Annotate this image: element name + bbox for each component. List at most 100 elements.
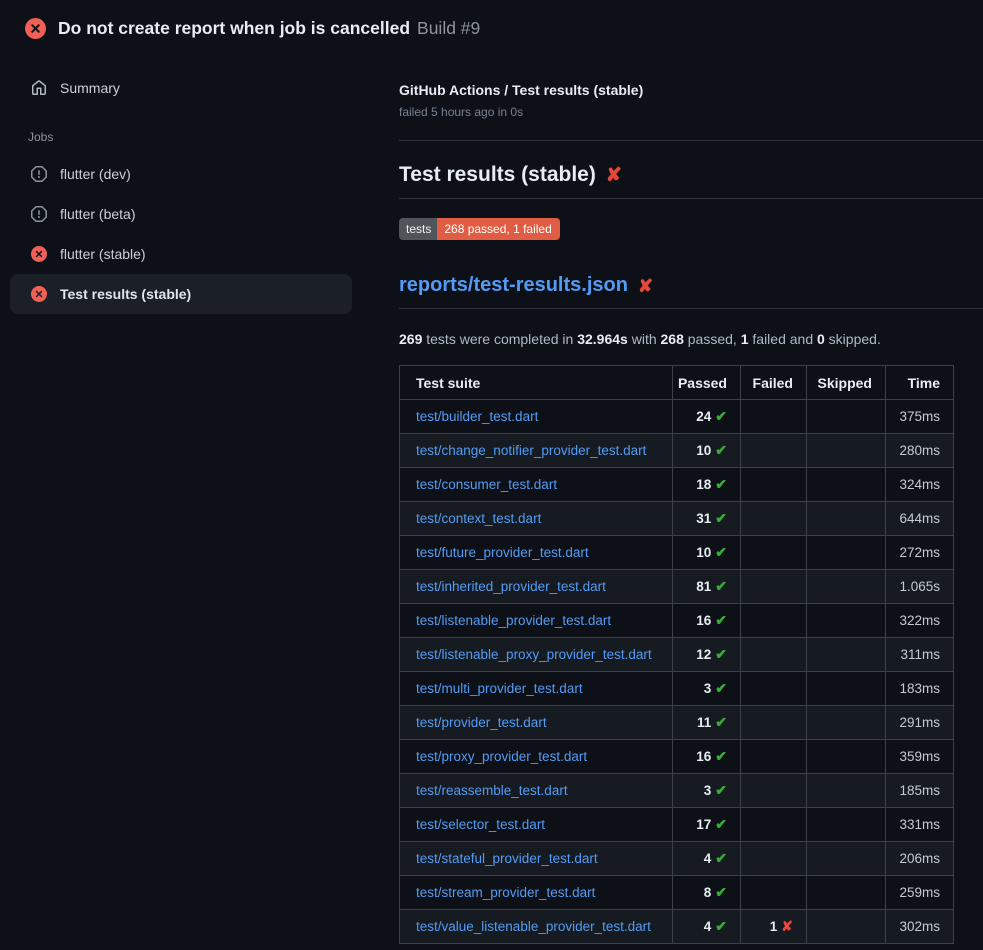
sidebar-item-job-0[interactable]: flutter (dev) xyxy=(10,154,352,194)
failed-cell xyxy=(741,842,807,876)
passed-cell: 4✔ xyxy=(673,842,741,876)
time-cell: 185ms xyxy=(886,774,954,808)
build-number: Build #9 xyxy=(417,18,480,39)
test-suite-link[interactable]: test/change_notifier_provider_test.dart xyxy=(416,443,646,458)
sidebar-item-job-3[interactable]: Test results (stable) xyxy=(10,274,352,314)
failed-cell xyxy=(741,740,807,774)
passed-cell: 4✔ xyxy=(673,910,741,944)
col-header-time: Time xyxy=(886,366,954,400)
failed-cell xyxy=(741,536,807,570)
job-label: flutter (dev) xyxy=(60,166,131,182)
test-suite-link[interactable]: test/inherited_provider_test.dart xyxy=(416,579,606,594)
test-suite-link[interactable]: test/proxy_provider_test.dart xyxy=(416,749,587,764)
failed-cell xyxy=(741,774,807,808)
check-icon: ✔ xyxy=(715,748,727,764)
skipped-cell xyxy=(807,740,886,774)
table-row: test/change_notifier_provider_test.dart 1… xyxy=(400,434,954,468)
skipped-cell xyxy=(807,536,886,570)
test-suite-link[interactable]: test/stateful_provider_test.dart xyxy=(416,851,598,866)
check-icon: ✔ xyxy=(715,918,727,934)
summary-text: tests were completed in xyxy=(422,331,577,347)
count-value: 10 xyxy=(696,443,711,458)
sidebar-summary-label: Summary xyxy=(60,80,120,96)
test-suite-link[interactable]: test/selector_test.dart xyxy=(416,817,545,832)
test-suite-link[interactable]: test/listenable_proxy_provider_test.dart xyxy=(416,647,652,662)
run-header: Do not create report when job is cancell… xyxy=(0,0,983,56)
count-value: 3 xyxy=(704,681,712,696)
col-header-passed: Passed xyxy=(673,366,741,400)
table-row: test/builder_test.dart 24 ✔ 375ms xyxy=(400,400,954,434)
skipped-cell xyxy=(807,638,886,672)
table-row: test/value_listenable_provider_test.dart… xyxy=(400,910,954,944)
failed-x-circle-icon xyxy=(31,286,47,302)
failed-x-circle-icon xyxy=(31,246,47,262)
total-count: 269 xyxy=(399,331,422,347)
check-icon: ✔ xyxy=(715,408,727,424)
table-header-row: Test suite Passed Failed Skipped Time xyxy=(400,366,954,400)
count-value: 16 xyxy=(696,749,711,764)
test-suite-link[interactable]: test/builder_test.dart xyxy=(416,409,538,424)
job-label: flutter (beta) xyxy=(60,206,135,222)
failed-cell xyxy=(741,638,807,672)
failed-x-mark-icon: ✘ xyxy=(638,277,653,295)
count-value: 18 xyxy=(696,477,711,492)
sidebar-item-job-2[interactable]: flutter (stable) xyxy=(10,234,352,274)
check-icon: ✔ xyxy=(715,816,727,832)
test-suite-link[interactable]: test/reassemble_test.dart xyxy=(416,783,568,798)
sidebar-item-job-1[interactable]: flutter (beta) xyxy=(10,194,352,234)
report-file-link[interactable]: reports/test-results.json xyxy=(399,274,628,297)
col-header-skipped: Skipped xyxy=(807,366,886,400)
failed-cell xyxy=(741,706,807,740)
time-cell: 291ms xyxy=(886,706,954,740)
time-cell: 311ms xyxy=(886,638,954,672)
time-cell: 280ms xyxy=(886,434,954,468)
failed-cell xyxy=(741,502,807,536)
failed-cell xyxy=(741,570,807,604)
cross-icon: ✘ xyxy=(781,918,793,934)
section-title-text: Test results (stable) xyxy=(399,163,596,187)
test-suite-link[interactable]: test/provider_test.dart xyxy=(416,715,547,730)
check-icon: ✔ xyxy=(715,646,727,662)
count-value: 4 xyxy=(704,919,712,934)
stop-cancelled-icon xyxy=(31,166,47,182)
passed-cell: 3✔ xyxy=(673,672,741,706)
jobs-list: flutter (dev) flutter (beta) flutter (stab… xyxy=(0,154,380,314)
summary-text: skipped. xyxy=(825,331,881,347)
time-cell: 644ms xyxy=(886,502,954,536)
passed-cell: 11✔ xyxy=(673,706,741,740)
test-suite-link[interactable]: test/stream_provider_test.dart xyxy=(416,885,595,900)
failed-cell xyxy=(741,604,807,638)
count-value: 24 xyxy=(696,409,711,424)
count-value: 31 xyxy=(696,511,711,526)
passed-cell: 10✔ xyxy=(673,536,741,570)
test-suite-link[interactable]: test/multi_provider_test.dart xyxy=(416,681,583,696)
check-icon: ✔ xyxy=(715,476,727,492)
job-label: Test results (stable) xyxy=(60,286,191,302)
table-row: test/listenable_provider_test.dart16✔322… xyxy=(400,604,954,638)
table-row: test/selector_test.dart17✔331ms xyxy=(400,808,954,842)
skipped-cell xyxy=(807,400,886,434)
test-suite-link[interactable]: test/consumer_test.dart xyxy=(416,477,557,492)
time-cell: 375ms xyxy=(886,400,954,434)
time-cell: 322ms xyxy=(886,604,954,638)
skipped-cell xyxy=(807,604,886,638)
jobs-sidebar: Summary Jobs flutter (dev)flutter (beta)… xyxy=(0,56,380,314)
passed-cell: 24 ✔ xyxy=(673,400,741,434)
test-suite-link[interactable]: test/listenable_provider_test.dart xyxy=(416,613,611,628)
check-icon: ✔ xyxy=(715,510,727,526)
table-row: test/inherited_provider_test.dart81✔1.06… xyxy=(400,570,954,604)
skipped-cell xyxy=(807,434,886,468)
failed-cell xyxy=(741,400,807,434)
count-value: 4 xyxy=(704,851,712,866)
check-icon: ✔ xyxy=(715,884,727,900)
sidebar-item-summary[interactable]: Summary xyxy=(10,70,352,106)
failed-cell xyxy=(741,468,807,502)
test-suite-link[interactable]: test/value_listenable_provider_test.dart xyxy=(416,919,651,934)
skipped-cell xyxy=(807,774,886,808)
table-row: test/multi_provider_test.dart3✔183ms xyxy=(400,672,954,706)
skipped-cell xyxy=(807,706,886,740)
test-suite-link[interactable]: test/future_provider_test.dart xyxy=(416,545,589,560)
check-icon: ✔ xyxy=(715,714,727,730)
test-suite-link[interactable]: test/context_test.dart xyxy=(416,511,541,526)
count-value: 1 xyxy=(770,919,778,934)
